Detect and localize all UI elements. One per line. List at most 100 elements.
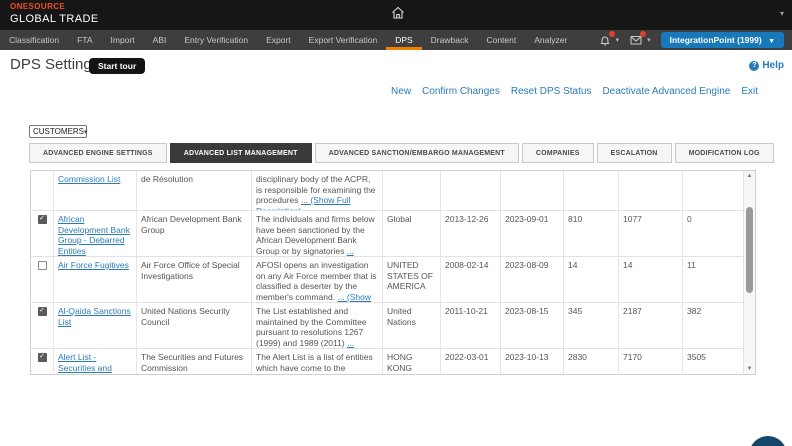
messages-badge [640, 31, 646, 37]
header-action-link[interactable]: Reset DPS Status [511, 86, 592, 97]
header-action-link[interactable]: New [391, 86, 411, 97]
count1-cell: 810 [564, 211, 619, 256]
settings-tab[interactable]: ADVANCED SANCTION/EMBARGO MANAGEMENT [315, 143, 519, 163]
list-name-cell: Alert List - Securities and Futures Comm… [54, 349, 137, 375]
table-row: Alert List - Securities and Futures Comm… [31, 349, 744, 375]
list-name-cell: African Development Bank Group - Debarre… [54, 211, 137, 256]
table-row: Air Force Fugitives Air Force Office of … [31, 257, 744, 303]
notifications-bell-icon[interactable] [598, 33, 612, 47]
dps-settings-screen: ONESOURCE GLOBAL TRADE ▾ Classification … [0, 0, 792, 446]
row-checkbox[interactable] [38, 353, 47, 362]
row-checkbox[interactable] [38, 215, 47, 224]
count2-cell: 2187 [619, 303, 683, 348]
count1-cell: 345 [564, 303, 619, 348]
count1-cell: 14 [564, 257, 619, 302]
topbar-dropdown-icon[interactable]: ▾ [780, 9, 784, 18]
nav-item-label: DPS [395, 35, 412, 45]
date-updated-cell: 2023-10-13 [501, 349, 564, 375]
description-cell: The Alert List is a list of entities whi… [252, 349, 383, 375]
customers-select[interactable]: CUSTOMERS ▾ [29, 125, 87, 138]
nav-item-label: Content [486, 35, 516, 45]
region-cell: United Nations [383, 303, 441, 348]
brand-onesource: ONESOURCE [10, 3, 99, 11]
header-action-link[interactable]: Confirm Changes [422, 86, 500, 97]
settings-tab[interactable]: ADVANCED ENGINE SETTINGS [29, 143, 167, 163]
messages-caret-icon[interactable]: ▾ [647, 36, 651, 44]
page-title: DPS Settings [10, 56, 99, 73]
nav-item-label: Export [266, 35, 291, 45]
count3-cell: 3505 [683, 349, 744, 375]
organization-cell: African Development Bank Group [137, 211, 252, 256]
nav-item-label: FTA [77, 35, 92, 45]
count2-cell: 1077 [619, 211, 683, 256]
notifications-caret-icon[interactable]: ▾ [616, 36, 620, 44]
select-caret-icon: ▾ [84, 128, 88, 136]
scroll-up-icon[interactable]: ▲ [744, 173, 755, 179]
nav-item-label: Analyzer [534, 35, 567, 45]
date-listed-cell: 2013-12-26 [441, 211, 501, 256]
settings-tab[interactable]: MODIFICATION LOG [675, 143, 774, 163]
header-action-link[interactable]: Exit [741, 86, 758, 97]
nav-items: Classification FTA Import ABI Entry Veri… [0, 30, 576, 50]
count3-cell [683, 171, 744, 210]
settings-tabs: ADVANCED ENGINE SETTINGS ADVANCED LIST M… [29, 143, 774, 163]
nav-item[interactable]: DPS [386, 30, 421, 50]
nav-item[interactable]: Drawback [422, 30, 478, 50]
checkbox-cell [31, 349, 54, 375]
list-name-link[interactable]: Alert List - Securities and Futures Comm… [58, 352, 127, 375]
count3-cell: 11 [683, 257, 744, 302]
navbar-right: ▾ ▾ IntegrationPoint (1999) ▼ [598, 30, 788, 50]
row-checkbox[interactable] [38, 261, 47, 270]
checkbox-cell [31, 257, 54, 302]
help-icon: ? [749, 61, 759, 71]
settings-tab[interactable]: COMPANIES [522, 143, 594, 163]
description-cell: AFOSI opens an investigation on any Air … [252, 257, 383, 302]
list-name-link[interactable]: Air Force Fugitives [58, 260, 129, 270]
help-link[interactable]: ? Help [749, 60, 784, 71]
date-listed-cell: 2022-03-01 [441, 349, 501, 375]
list-name-link[interactable]: Commission List [58, 174, 120, 184]
nav-item[interactable]: Export Verification [300, 30, 387, 50]
customers-select-value: CUSTOMERS [33, 127, 84, 136]
start-tour-button[interactable]: Start tour [89, 58, 145, 74]
description-cell: The List established and maintained by t… [252, 303, 383, 348]
description-cell: The individuals and firms below have bee… [252, 211, 383, 256]
home-icon[interactable] [390, 5, 406, 21]
nav-item[interactable]: Import [102, 30, 144, 50]
description-text: The Alert List is a list of entities whi… [256, 352, 373, 375]
nav-item[interactable]: Export [257, 30, 300, 50]
nav-item-label: Entry Verification [184, 35, 248, 45]
nav-item[interactable]: FTA [68, 30, 101, 50]
list-name-link[interactable]: African Development Bank Group - Debarre… [58, 214, 130, 256]
nav-item[interactable]: Content [477, 30, 525, 50]
scroll-down-icon[interactable]: ▼ [744, 366, 755, 372]
table-row: African Development Bank Group - Debarre… [31, 211, 744, 257]
list-name-cell: Air Force Fugitives [54, 257, 137, 302]
count1-cell [564, 171, 619, 210]
settings-tab[interactable]: ESCALATION [597, 143, 672, 163]
settings-tab[interactable]: ADVANCED LIST MANAGEMENT [170, 143, 312, 163]
organization-cell: de Résolution [137, 171, 252, 210]
row-checkbox[interactable] [38, 307, 47, 316]
nav-item[interactable]: Classification [0, 30, 68, 50]
active-nav-underline [386, 47, 421, 50]
brand-global-trade: GLOBAL TRADE [10, 14, 99, 25]
account-menu-button[interactable]: IntegrationPoint (1999) ▼ [661, 32, 784, 48]
nav-item[interactable]: Analyzer [525, 30, 576, 50]
checkbox-cell [31, 211, 54, 256]
header-action-link[interactable]: Deactivate Advanced Engine [602, 86, 730, 97]
date-updated-cell: 2023-08-09 [501, 257, 564, 302]
nav-item-label: Import [111, 35, 135, 45]
scrollbar-thumb[interactable] [746, 207, 753, 293]
nav-item[interactable]: Entry Verification [175, 30, 257, 50]
feedback-bubble-button[interactable] [749, 436, 787, 446]
table-scrollbar[interactable]: ▲ ▼ [743, 171, 755, 374]
count3-cell: 0 [683, 211, 744, 256]
nav-item[interactable]: ABI [144, 30, 176, 50]
list-name-link[interactable]: Al-Qaida Sanctions List [58, 306, 131, 327]
messages-envelope-icon[interactable] [629, 33, 643, 47]
count2-cell [619, 171, 683, 210]
action-links-bar: New Confirm Changes Reset DPS Status Dea… [391, 86, 758, 97]
region-cell: HONG KONG [383, 349, 441, 375]
region-cell: Global [383, 211, 441, 256]
